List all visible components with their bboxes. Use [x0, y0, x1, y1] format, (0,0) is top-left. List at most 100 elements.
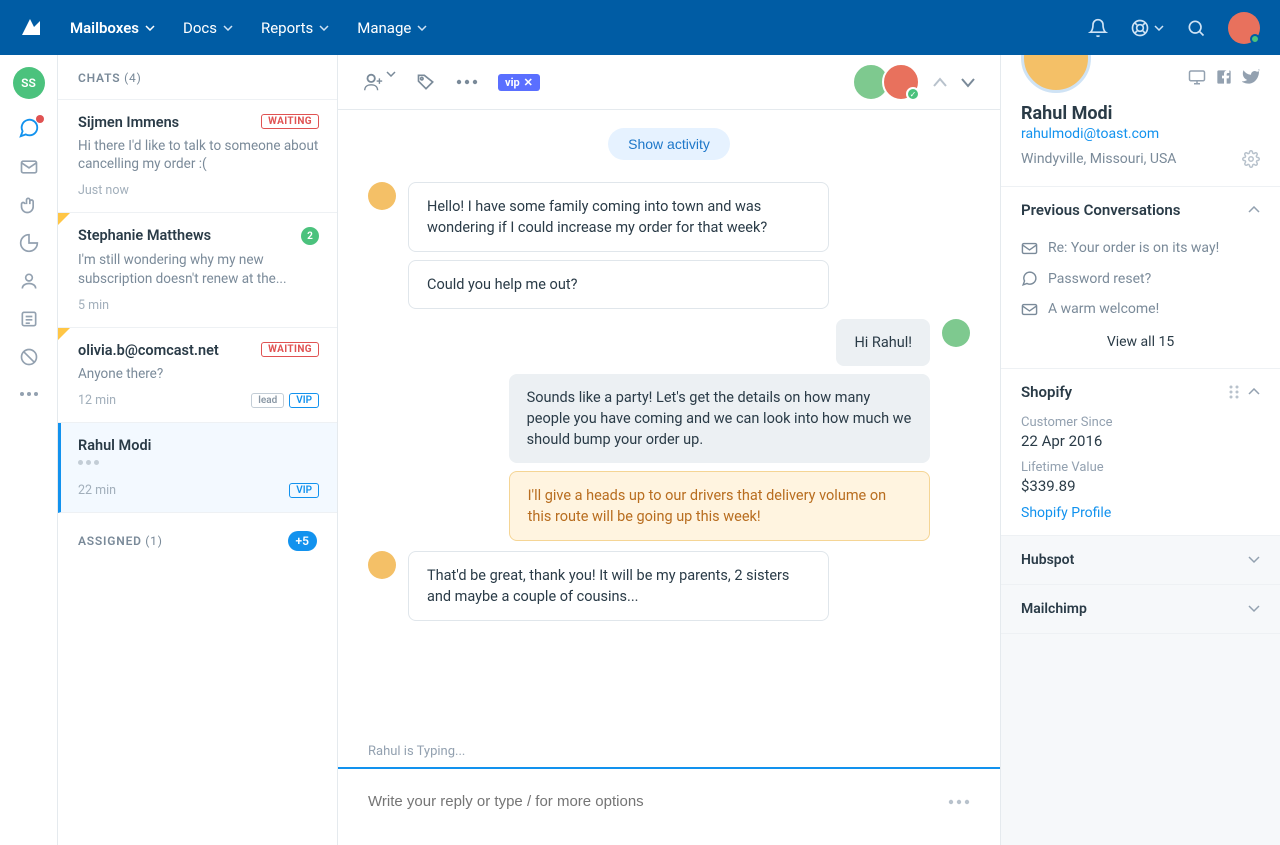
unread-count-badge: 2 [301, 227, 319, 245]
iconbar-mail[interactable] [19, 157, 39, 177]
check-icon: ✓ [906, 87, 920, 101]
assigned-plus-badge[interactable]: +5 [288, 531, 317, 551]
prevconv-panel: Previous Conversations Re: Your order is… [1001, 187, 1280, 369]
more-options-icon[interactable] [456, 79, 478, 85]
prevconv-item[interactable]: Password reset? [1021, 263, 1260, 294]
chat-item-preview: Anyone there? [78, 365, 319, 383]
incoming-bubble: That'd be great, thank you! It will be m… [408, 551, 829, 621]
assigned-header[interactable]: ASSIGNED (1) +5 [58, 513, 337, 569]
chat-item[interactable]: Stephanie Matthews2I'm still wondering w… [58, 213, 337, 327]
assign-user-icon[interactable] [362, 71, 396, 93]
chat-item[interactable]: Rahul Modi22 minVIP [58, 423, 337, 513]
bubble-column: Hi Rahul!Sounds like a party! Let's get … [509, 319, 930, 541]
prevconv-item[interactable]: Re: Your order is on its way! [1021, 233, 1260, 263]
shopify-header[interactable]: Shopify [1001, 369, 1280, 415]
settings-icon[interactable] [1242, 150, 1260, 168]
help-icon[interactable] [1130, 18, 1164, 38]
chevron-down-icon [145, 25, 155, 31]
drag-handle-icon[interactable] [1228, 385, 1240, 399]
chevron-down-icon [319, 25, 329, 31]
priority-corner [58, 213, 70, 225]
shopify-body: Customer Since 22 Apr 2016 Lifetime Valu… [1001, 415, 1280, 535]
iconbar-more[interactable] [19, 391, 39, 397]
mailchimp-panel[interactable]: Mailchimp [1001, 585, 1280, 634]
nav-reports-label: Reports [261, 19, 313, 37]
chat-item-tags: leadVIP [251, 393, 319, 408]
iconbar-reports[interactable] [19, 233, 39, 253]
priority-corner [58, 328, 70, 340]
customer-since-value: 22 Apr 2016 [1021, 432, 1260, 450]
desktop-icon[interactable] [1188, 69, 1206, 85]
vip-tag-remove[interactable]: ✕ [524, 76, 533, 89]
chevron-down-icon [386, 71, 396, 77]
chat-item-preview: I'm still wondering why my new subscript… [78, 251, 319, 287]
conv-toolbar-right: ✓ [860, 63, 976, 101]
vip-tag-text: vip [505, 76, 520, 89]
chat-item-time: 12 min [78, 393, 116, 408]
prevconv-header[interactable]: Previous Conversations [1001, 187, 1280, 233]
viewall-link[interactable]: View all 15 [1021, 324, 1260, 354]
prev-conversation-icon[interactable] [932, 76, 948, 88]
shopify-profile-link[interactable]: Shopify Profile [1021, 505, 1260, 521]
search-icon[interactable] [1186, 18, 1206, 38]
profile-card: Rahul Modi rahulmodi@toast.com Windyvill… [1001, 55, 1280, 187]
nav-docs[interactable]: Docs [183, 19, 233, 37]
chat-item[interactable]: Sijmen ImmensWAITINGHi there I'd like to… [58, 100, 337, 213]
assignee-avatar-2[interactable]: ✓ [882, 63, 920, 101]
reply-input[interactable] [368, 793, 948, 810]
chat-item[interactable]: olivia.b@comcast.netWAITINGAnyone there?… [58, 328, 337, 423]
customer-avatar-small [368, 551, 396, 579]
twitter-icon[interactable] [1242, 69, 1260, 85]
prevconv-item[interactable]: A warm welcome! [1021, 294, 1260, 324]
chevron-down-icon [1248, 605, 1260, 613]
reply-more-icon[interactable] [948, 799, 970, 805]
customer-email[interactable]: rahulmodi@toast.com [1021, 126, 1260, 142]
tag-pill: lead [251, 393, 284, 408]
profile-social-icons [1188, 69, 1260, 85]
show-activity-button[interactable]: Show activity [608, 128, 730, 160]
assigned-count: (1) [145, 534, 162, 548]
chat-item-time: 5 min [78, 298, 109, 313]
prevconv-item-text: Password reset? [1048, 271, 1151, 287]
topbar: Mailboxes Docs Reports Manage [0, 0, 1280, 55]
assigned-label: ASSIGNED [78, 534, 142, 548]
hubspot-panel[interactable]: Hubspot [1001, 536, 1280, 585]
iconbar-people[interactable] [19, 271, 39, 291]
nav-mailboxes[interactable]: Mailboxes [70, 19, 155, 37]
message-group: Hello! I have some family coming into to… [368, 182, 970, 309]
chat-item-name: Sijmen Immens [78, 114, 179, 131]
tag-icon[interactable] [416, 72, 436, 92]
iconbar-hand[interactable] [19, 195, 39, 215]
next-conversation-icon[interactable] [960, 76, 976, 88]
nav-manage[interactable]: Manage [357, 19, 427, 37]
iconbar-block[interactable] [19, 347, 39, 367]
bubble-column: That'd be great, thank you! It will be m… [408, 551, 829, 621]
profile-sidebar: Rahul Modi rahulmodi@toast.com Windyvill… [1000, 55, 1280, 845]
iconbar-chats[interactable] [18, 117, 40, 139]
facebook-icon[interactable] [1216, 69, 1232, 85]
agent-avatar-small [942, 319, 970, 347]
incoming-bubble: Hello! I have some family coming into to… [408, 182, 829, 252]
workspace-badge[interactable]: SS [13, 67, 45, 99]
iconbar-archive[interactable] [19, 309, 39, 329]
chat-item-name: Rahul Modi [78, 437, 151, 454]
nav-manage-label: Manage [357, 19, 411, 37]
shopify-panel: Shopify Customer Since 22 Apr 2016 Lifet… [1001, 369, 1280, 536]
app-logo[interactable] [20, 17, 42, 39]
notifications-icon[interactable] [1088, 18, 1108, 38]
chevron-down-icon [1248, 556, 1260, 564]
customer-location: Windyville, Missouri, USA [1021, 151, 1176, 167]
conversation-panel: vip ✕ ✓ Show activity Hello! I have some… [338, 55, 1000, 845]
waiting-badge: WAITING [261, 342, 319, 357]
chat-item-time: 22 min [78, 483, 116, 498]
nav-reports[interactable]: Reports [261, 19, 329, 37]
conv-toolbar: vip ✕ ✓ [338, 55, 1000, 110]
note-bubble: I'll give a heads up to our drivers that… [509, 471, 930, 541]
mail-icon [1021, 241, 1038, 256]
current-user-avatar[interactable] [1228, 12, 1260, 44]
hubspot-title: Hubspot [1021, 552, 1074, 568]
mail-icon [1021, 302, 1038, 317]
vip-tag[interactable]: vip ✕ [498, 74, 540, 91]
prevconv-item-text: A warm welcome! [1048, 301, 1159, 317]
prevconv-item-text: Re: Your order is on its way! [1048, 240, 1219, 256]
